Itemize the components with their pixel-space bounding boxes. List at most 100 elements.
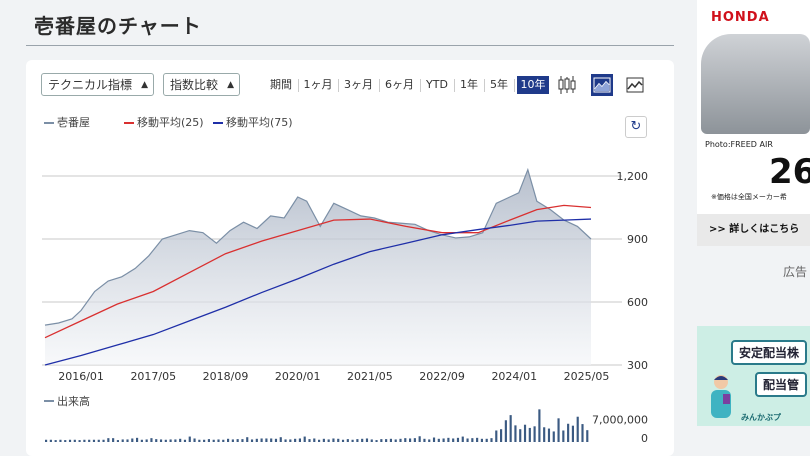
- volume-bar: [528, 427, 531, 442]
- legend-ma75-label: 移動平均(75): [226, 116, 293, 129]
- legend-ma75-swatch: [213, 122, 223, 124]
- honda-ad[interactable]: HONDA Photo:FREED AIR 26 ※価格は全国メーカー希 >> …: [697, 0, 810, 246]
- volume-bar: [212, 439, 215, 442]
- volume-bar: [337, 438, 340, 442]
- volume-bar: [341, 439, 345, 442]
- volume-bar: [332, 438, 335, 442]
- legend-price: 壱番屋: [44, 114, 90, 130]
- candlestick-icon[interactable]: [556, 74, 578, 96]
- volume-bar: [504, 420, 507, 442]
- legend-ma75: 移動平均(75): [213, 114, 293, 130]
- x-tick-label: 2021/05: [347, 370, 393, 383]
- ad-footer: みんかぶプ: [741, 413, 781, 422]
- volume-bar: [193, 438, 196, 442]
- divider: [514, 79, 515, 92]
- volume-bar: [231, 439, 234, 442]
- volume-bar: [375, 440, 378, 442]
- period-6m[interactable]: 6ヶ月: [383, 74, 416, 96]
- volume-bar: [447, 437, 450, 442]
- volume-bar: [538, 409, 541, 442]
- volume-bar: [361, 438, 364, 442]
- volume-bar: [322, 438, 325, 442]
- volume-bar: [164, 439, 167, 442]
- volume-bar: [519, 429, 522, 442]
- volume-bar: [480, 438, 483, 442]
- volume-bar: [418, 436, 421, 442]
- volume-bar: [270, 438, 273, 442]
- volume-bar: [303, 436, 306, 442]
- volume-bar: [188, 436, 191, 442]
- volume-bar: [54, 440, 57, 442]
- divider: [379, 79, 380, 92]
- volume-bar: [107, 438, 110, 442]
- ma25-line: [44, 204, 592, 339]
- volume-bar: [265, 438, 268, 442]
- volume-bar: [274, 438, 278, 442]
- refresh-icon[interactable]: ↻: [625, 116, 647, 138]
- x-tick-label: 2016/01: [58, 370, 104, 383]
- volume-bar: [557, 418, 560, 442]
- volume-bar: [423, 438, 426, 442]
- volume-bar: [284, 439, 287, 442]
- volume-bar: [514, 425, 517, 442]
- period-1y[interactable]: 1年: [458, 74, 480, 96]
- legend-price-label: 壱番屋: [57, 116, 90, 129]
- volume-bar: [246, 437, 249, 442]
- ad-bubble-2: 配当管: [755, 372, 808, 397]
- honda-logo: HONDA: [711, 10, 770, 25]
- volume-bar: [203, 439, 206, 442]
- legend-ma25-label: 移動平均(25): [137, 116, 204, 129]
- volume-bar: [116, 440, 119, 442]
- y-tick-label: 300: [627, 359, 648, 372]
- volume-bar: [140, 439, 143, 442]
- period-1m[interactable]: 1ヶ月: [302, 74, 334, 96]
- volume-bar: [490, 438, 493, 442]
- volume-bar: [126, 439, 129, 442]
- period-10y[interactable]: 10年: [517, 76, 549, 94]
- volume-bar: [207, 439, 210, 442]
- volume-bar: [432, 437, 436, 442]
- volume-tick-label: 0: [641, 432, 648, 445]
- volume-bar: [452, 438, 455, 442]
- volume-bar: [495, 430, 498, 442]
- line-chart-icon[interactable]: [624, 74, 646, 96]
- ad-cta-button[interactable]: >> 詳しくはこちら: [697, 214, 810, 246]
- volume-bar: [236, 439, 239, 442]
- volume-bar: [131, 438, 134, 442]
- volume-bar: [442, 438, 445, 442]
- volume-bar: [413, 438, 416, 442]
- period-5y[interactable]: 5年: [488, 74, 510, 96]
- volume-bar: [461, 436, 464, 442]
- ad-note: ※価格は全国メーカー希: [711, 193, 787, 201]
- volume-bar: [45, 439, 48, 442]
- volume-bar: [97, 439, 100, 442]
- volume-bar: [389, 438, 392, 442]
- person-illustration: [711, 375, 731, 418]
- car-image: [701, 34, 810, 134]
- volume-bar: [313, 438, 316, 442]
- volume-bar: [351, 439, 354, 442]
- x-tick-label: 2020/01: [275, 370, 321, 383]
- period-3m[interactable]: 3ヶ月: [342, 74, 375, 96]
- volume-bar: [73, 439, 76, 442]
- volume-bar: [500, 429, 503, 442]
- area-chart-icon[interactable]: [591, 74, 613, 96]
- volume-bar: [466, 438, 469, 442]
- volume-bar: [586, 430, 589, 442]
- volume-bar: [222, 439, 225, 442]
- chart-card: テクニカル指標 ▲ 指数比較 ▲ 期間 1ヶ月 3ヶ月 6ヶ月 YTD 1年 5…: [26, 60, 674, 456]
- x-tick-label: 2022/09: [419, 370, 465, 383]
- period-label: 期間: [270, 78, 292, 91]
- volume-bar: [294, 438, 297, 442]
- volume-bar: [318, 439, 321, 442]
- divider: [420, 79, 421, 92]
- divider: [298, 79, 299, 92]
- dividend-ad[interactable]: 安定配当株 配当管 みんかぶプ: [697, 326, 810, 426]
- volume-bar: [227, 438, 230, 442]
- period-ytd[interactable]: YTD: [424, 74, 450, 96]
- volume-bar: [179, 438, 182, 442]
- volume-bar: [428, 439, 431, 442]
- divider: [484, 79, 485, 92]
- volume-bar: [365, 438, 369, 442]
- ad-price: 26: [769, 152, 810, 192]
